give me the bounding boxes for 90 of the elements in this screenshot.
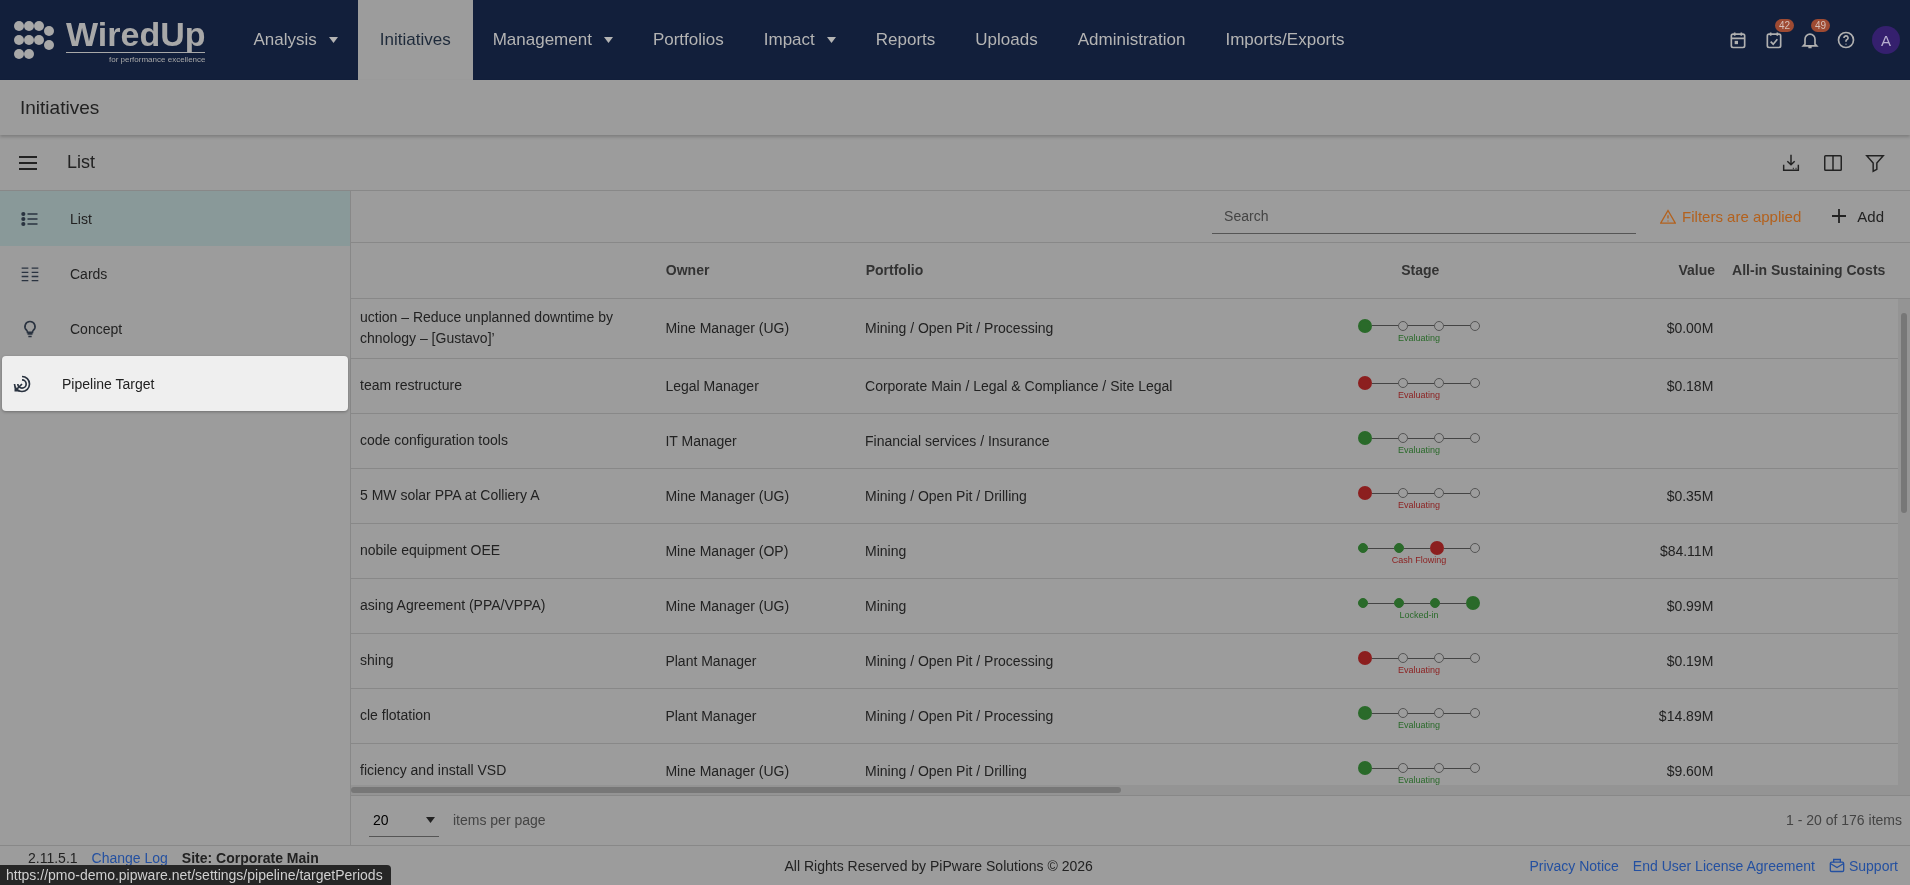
- table-cell: $0.35M: [1666, 488, 1714, 504]
- table-cell: Plant Manager: [665, 708, 757, 724]
- table-cell: IT Manager: [665, 433, 737, 449]
- table-cell: Mine Manager (UG): [665, 320, 790, 337]
- table-cell-text: 5 MW solar PPA at Colliery A: [360, 486, 540, 506]
- column-header[interactable]: Portfolio: [860, 262, 1301, 279]
- count-badge: 42: [1774, 19, 1794, 32]
- stage-label: Evaluating: [1397, 445, 1440, 456]
- column-header[interactable]: Stage: [1300, 262, 1541, 279]
- stage-label: Evaluating: [1397, 775, 1440, 785]
- nav-tab[interactable]: Impact: [743, 0, 856, 80]
- calendar-icon[interactable]: [1728, 30, 1748, 50]
- table-cell: Mine Manager (OP): [665, 543, 789, 559]
- page-title: Initiatives: [20, 96, 100, 119]
- nav-tab[interactable]: Reports: [855, 0, 956, 80]
- page-size-select[interactable]: 20: [369, 803, 439, 838]
- table-cell-text: ficiency and install VSD: [360, 761, 507, 781]
- add-button[interactable]: Add: [1825, 207, 1890, 226]
- table-cell-text: cle flotation: [360, 706, 431, 726]
- column-header[interactable]: Value: [1540, 262, 1721, 279]
- nav-tab[interactable]: Analysis: [233, 0, 358, 80]
- logo-wordmark: WiredUp: [66, 16, 206, 53]
- site-label: Site: Corporate Main: [181, 850, 319, 866]
- column-header[interactable]: Owner: [660, 262, 861, 279]
- table-cell: $84.11M: [1659, 543, 1714, 559]
- page-size-label: items per page: [453, 812, 546, 829]
- table-cell-text: asing Agreement (PPA/VPPA): [360, 596, 546, 616]
- stage-label: Cash Flowing: [1391, 555, 1447, 566]
- drawer-item[interactable]: List: [0, 191, 350, 246]
- table-cell: Mine Manager (UG): [665, 488, 790, 504]
- table-cell-text: code configuration tools: [360, 431, 508, 451]
- mail-icon: [1828, 858, 1845, 873]
- stage-label: Evaluating: [1397, 390, 1440, 401]
- table-cell: $0.18M: [1666, 378, 1714, 394]
- nav-tab[interactable]: Imports/Exports: [1205, 0, 1365, 80]
- table-cell: Mine Manager (UG): [665, 598, 790, 614]
- table-cell-text: nobile equipment OEE: [360, 541, 501, 561]
- count-badge: 49: [1810, 19, 1830, 32]
- table-cell: Mining: [865, 543, 907, 559]
- table-cell: Financial services / Insurance: [865, 433, 1050, 449]
- table-cell: Plant Manager: [665, 653, 757, 669]
- drawer-item[interactable]: Cards: [0, 246, 350, 301]
- table-cell: $0.99M: [1666, 598, 1714, 614]
- plus-icon: [1831, 208, 1848, 225]
- caret-icon: [426, 817, 435, 823]
- table-cell: Corporate Main / Legal & Compliance / Site Legal: [865, 378, 1173, 394]
- table-cell: Mining / Open Pit / Drilling: [865, 763, 1027, 779]
- warning-icon: [1660, 209, 1677, 224]
- column-header[interactable]: All-in Sustaining Costs: [1720, 262, 1900, 279]
- nav-tab[interactable]: Management: [472, 0, 633, 80]
- drawer-item[interactable]: Pipeline Target: [2, 356, 348, 411]
- nav-tab[interactable]: Initiatives: [357, 0, 473, 80]
- table-cell: Mining: [865, 598, 907, 614]
- stage-label: Evaluating: [1397, 720, 1440, 731]
- help-icon[interactable]: [1836, 30, 1856, 50]
- nav-tab[interactable]: Portfolios: [632, 0, 744, 80]
- table-cell: Mining / Open Pit / Drilling: [865, 488, 1027, 504]
- table-cell: $9.60M: [1666, 763, 1714, 779]
- table-cell-text: team restructure: [360, 376, 462, 396]
- table-cell: $0.00M: [1666, 320, 1714, 337]
- stage-label: Locked-in: [1399, 610, 1439, 621]
- drawer-item[interactable]: Concept: [0, 301, 350, 356]
- link-url-tooltip: https://pmo-demo.pipware.net/settings/pipeline/targetPeriods: [0, 865, 391, 885]
- target-icon: [12, 373, 32, 394]
- table-cell: Mining / Open Pit / Processing: [865, 708, 1054, 724]
- version-text: 2.11.5.1: [28, 850, 78, 866]
- user-avatar[interactable]: A: [1872, 26, 1900, 54]
- menu-icon[interactable]: [19, 155, 37, 170]
- logo-tagline: for performance excellence: [109, 55, 206, 64]
- notification-bell-icon[interactable]: [1800, 30, 1820, 50]
- page-range: 1 - 20 of 176 items: [1786, 812, 1902, 829]
- horizontal-scrollbar[interactable]: [351, 785, 1910, 795]
- table-cell: Mine Manager (UG): [665, 763, 790, 779]
- copyright-text: All Rights Reserved by PiPware Solutions © 2026: [783, 857, 1094, 874]
- vertical-scrollbar[interactable]: [1898, 299, 1910, 785]
- search-field[interactable]: Search: [1212, 199, 1637, 234]
- stage-label: Evaluating: [1397, 665, 1440, 676]
- table-cell-text: uction – Reduce unplanned downtime by chnology – [Gustavo]’: [360, 308, 613, 349]
- table-cell: $14.89M: [1658, 708, 1714, 724]
- stage-label: Evaluating: [1397, 333, 1440, 343]
- nav-tab[interactable]: Administration: [1057, 0, 1206, 80]
- table-cell: Legal Manager: [665, 378, 759, 394]
- table-cell: Mining / Open Pit / Processing: [865, 653, 1054, 669]
- task-check-icon[interactable]: [1764, 30, 1784, 50]
- table-cell: $0.19M: [1666, 653, 1714, 669]
- table-cell: Mining / Open Pit / Processing: [865, 320, 1054, 337]
- table-cell-text: shing: [360, 651, 394, 671]
- view-title: List: [67, 152, 95, 173]
- stage-label: Evaluating: [1397, 500, 1440, 511]
- nav-tab[interactable]: Uploads: [955, 0, 1058, 80]
